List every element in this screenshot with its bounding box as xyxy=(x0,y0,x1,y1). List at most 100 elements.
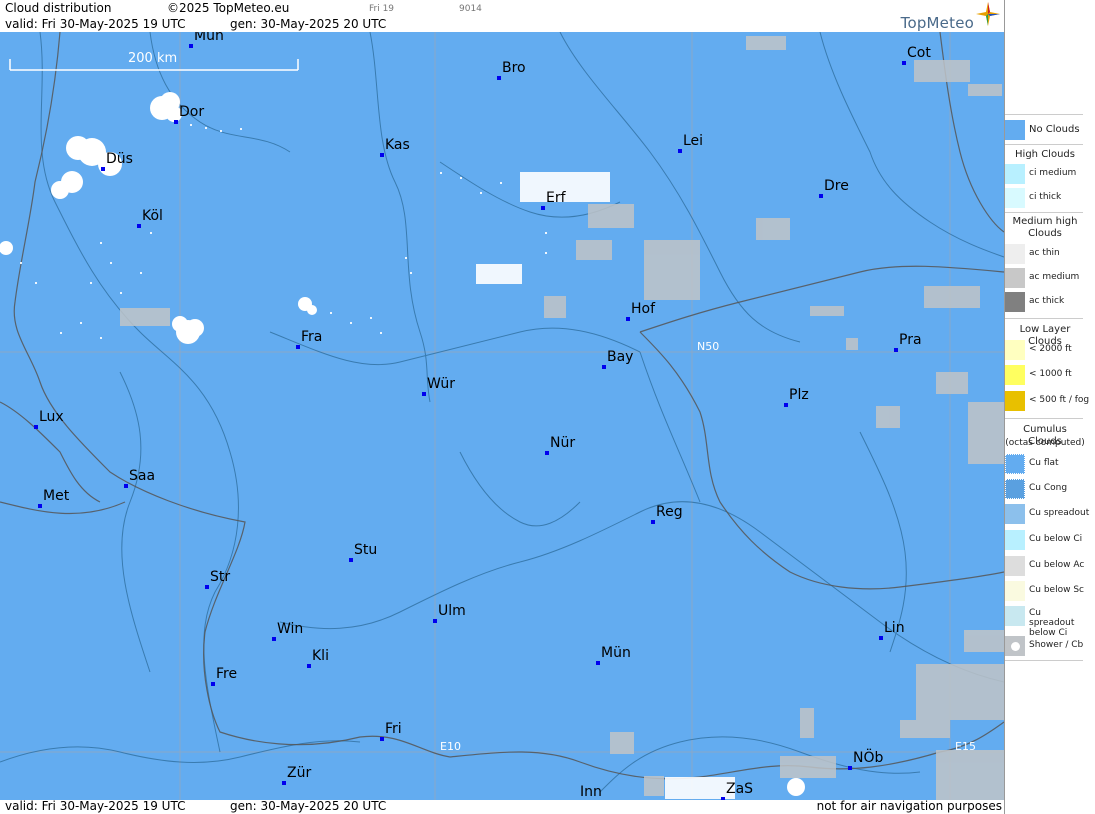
city-label[interactable]: Inn xyxy=(580,784,602,800)
city-marker xyxy=(678,149,682,153)
grid-label-e10: E10 xyxy=(440,740,461,753)
city-label[interactable]: Wür xyxy=(427,376,455,392)
swatch-low-500 xyxy=(1005,391,1025,411)
swatch-shower-cb xyxy=(1005,636,1025,656)
city-label[interactable]: Plz xyxy=(789,387,809,403)
cloud-map[interactable]: N50 E10 E15 200 km Mün Bro Cot Dor Kas Lei Düs… xyxy=(0,32,1004,800)
city-marker xyxy=(282,781,286,785)
city-marker xyxy=(101,167,105,171)
swatch-cu-flat xyxy=(1005,454,1025,474)
swatch-ci-medium xyxy=(1005,164,1025,184)
city-label[interactable]: Fri xyxy=(385,721,402,737)
legend-cumulus-subtitle: (octas computed) xyxy=(1005,438,1085,448)
city-label[interactable]: Dor xyxy=(179,104,204,120)
map-base xyxy=(0,32,1004,800)
city-label[interactable]: Reg xyxy=(656,504,683,520)
swatch-cu-spreadout xyxy=(1005,504,1025,524)
city-label[interactable]: Met xyxy=(43,488,69,504)
city-label[interactable]: Win xyxy=(277,621,303,637)
city-marker xyxy=(272,637,276,641)
city-marker xyxy=(380,153,384,157)
legend-panel: No Clouds High Clouds ci medium ci thick… xyxy=(1004,0,1095,814)
city-label[interactable]: Zür xyxy=(287,765,311,781)
city-label[interactable]: ZaS xyxy=(726,781,753,797)
swatch-ac-medium xyxy=(1005,268,1025,288)
city-label[interactable]: Erf xyxy=(546,190,566,206)
city-marker xyxy=(296,345,300,349)
city-marker xyxy=(545,451,549,455)
map-footer: valid: Fri 30-May-2025 19 UTC gen: 30-Ma… xyxy=(0,799,1004,814)
city-label[interactable]: Düs xyxy=(106,151,133,167)
city-label[interactable]: Hof xyxy=(631,301,655,317)
swatch-no-clouds xyxy=(1005,120,1025,140)
swatch-cu-below-ci xyxy=(1005,530,1025,550)
city-marker xyxy=(205,585,209,589)
map-header: Cloud distribution ©2025 TopMeteo.eu Fri… xyxy=(0,0,1004,32)
city-marker xyxy=(819,194,823,198)
city-marker xyxy=(422,392,426,396)
city-marker xyxy=(902,61,906,65)
city-marker xyxy=(38,504,42,508)
city-label[interactable]: Kli xyxy=(312,648,329,664)
city-marker xyxy=(174,120,178,124)
city-label[interactable]: Lux xyxy=(39,409,64,425)
city-marker xyxy=(784,403,788,407)
city-label[interactable]: Nür xyxy=(550,435,575,451)
city-marker xyxy=(596,661,600,665)
city-label[interactable]: Kas xyxy=(385,137,410,153)
city-label[interactable]: Saa xyxy=(129,468,155,484)
city-marker xyxy=(124,484,128,488)
compass-star-icon xyxy=(976,2,1000,26)
swatch-cu-spreadout-below-ci xyxy=(1005,606,1025,626)
city-marker xyxy=(626,317,630,321)
swatch-low-2000 xyxy=(1005,340,1025,360)
city-label[interactable]: NÖb xyxy=(853,750,883,766)
swatch-low-1000 xyxy=(1005,365,1025,385)
swatch-ci-thick xyxy=(1005,188,1025,208)
city-label[interactable]: Fra xyxy=(301,329,322,345)
city-marker xyxy=(380,737,384,741)
copyright: ©2025 TopMeteo.eu xyxy=(167,1,290,15)
city-marker xyxy=(34,425,38,429)
city-marker xyxy=(879,636,883,640)
topmeteo-logo[interactable]: TopMeteo xyxy=(901,14,974,32)
city-label[interactable]: Bay xyxy=(607,349,633,365)
city-label[interactable]: Pra xyxy=(899,332,922,348)
city-label[interactable]: Dre xyxy=(824,178,849,194)
small-code-1: Fri 19 xyxy=(369,4,395,14)
generated-time: gen: 30-May-2025 20 UTC xyxy=(230,17,387,31)
city-marker xyxy=(602,365,606,369)
grid-label-e15: E15 xyxy=(955,740,976,753)
city-label[interactable]: Lei xyxy=(683,133,703,149)
city-label[interactable]: Cot xyxy=(907,45,931,61)
city-marker xyxy=(189,44,193,48)
city-label[interactable]: Köl xyxy=(142,208,163,224)
grid-label-n50: N50 xyxy=(697,340,720,353)
product-title: Cloud distribution xyxy=(5,1,112,15)
city-label[interactable]: Ulm xyxy=(438,603,466,619)
footer-valid-time: valid: Fri 30-May-2025 19 UTC xyxy=(5,799,186,813)
city-marker xyxy=(211,682,215,686)
city-label[interactable]: Stu xyxy=(354,542,377,558)
city-marker xyxy=(349,558,353,562)
city-marker xyxy=(433,619,437,623)
small-code-2: 9014 xyxy=(459,4,482,14)
legend-medium-title: Medium high Clouds xyxy=(1012,216,1078,239)
legend-high-title: High Clouds xyxy=(1015,149,1075,160)
city-marker xyxy=(848,766,852,770)
city-label[interactable]: Lin xyxy=(884,620,905,636)
disclaimer: not for air navigation purposes xyxy=(816,799,1002,813)
city-label[interactable]: Bro xyxy=(502,60,526,76)
scale-label: 200 km xyxy=(128,51,178,66)
city-marker xyxy=(651,520,655,524)
city-marker xyxy=(497,76,501,80)
swatch-cu-cong xyxy=(1005,479,1025,499)
swatch-cu-below-ac xyxy=(1005,556,1025,576)
city-label[interactable]: Mün xyxy=(194,32,224,44)
city-label[interactable]: Fre xyxy=(216,666,237,682)
city-label[interactable]: Str xyxy=(210,569,230,585)
city-marker xyxy=(894,348,898,352)
city-marker xyxy=(541,206,545,210)
city-marker xyxy=(137,224,141,228)
city-label[interactable]: Mün xyxy=(601,645,631,661)
